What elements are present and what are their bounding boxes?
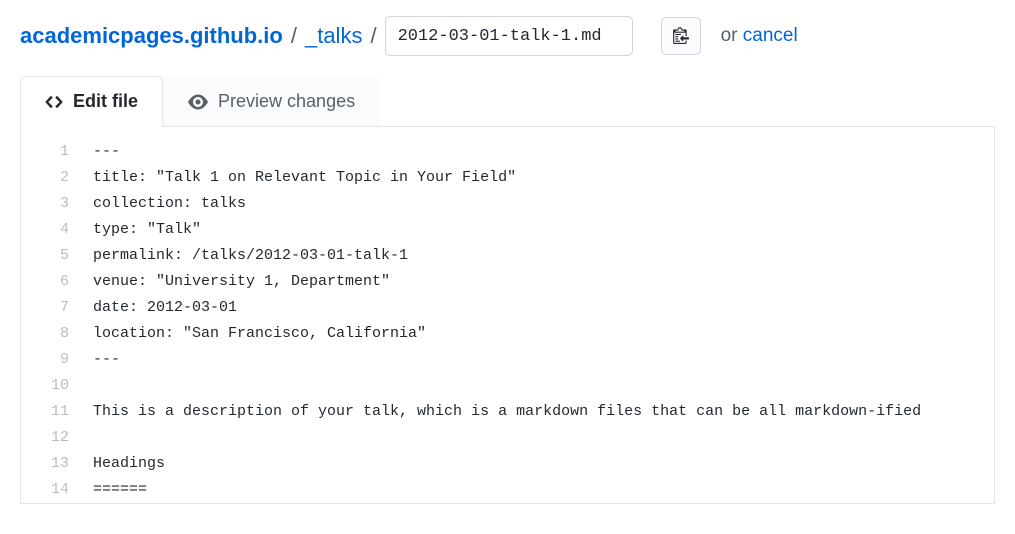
tab-edit-label: Edit file bbox=[73, 91, 138, 112]
code-line[interactable]: 6venue: "University 1, Department" bbox=[21, 269, 994, 295]
code-line[interactable]: 8location: "San Francisco, California" bbox=[21, 321, 994, 347]
tab-edit-file[interactable]: Edit file bbox=[20, 76, 163, 127]
code-line[interactable]: 11This is a description of your talk, wh… bbox=[21, 399, 994, 425]
code-line[interactable]: 2title: "Talk 1 on Relevant Topic in You… bbox=[21, 165, 994, 191]
repo-link[interactable]: academicpages.github.io bbox=[20, 23, 283, 49]
line-number: 7 bbox=[21, 295, 93, 321]
line-number: 14 bbox=[21, 477, 93, 503]
code-line[interactable]: 9--- bbox=[21, 347, 994, 373]
tab-preview-label: Preview changes bbox=[218, 91, 355, 112]
line-number: 8 bbox=[21, 321, 93, 347]
line-content: type: "Talk" bbox=[93, 217, 994, 243]
eye-icon bbox=[188, 92, 208, 112]
line-number: 9 bbox=[21, 347, 93, 373]
code-line[interactable]: 12 bbox=[21, 425, 994, 451]
code-line[interactable]: 7date: 2012-03-01 bbox=[21, 295, 994, 321]
tabnav: Edit file Preview changes bbox=[20, 76, 995, 127]
line-content: ====== bbox=[93, 477, 994, 503]
code-line[interactable]: 3collection: talks bbox=[21, 191, 994, 217]
line-number: 13 bbox=[21, 451, 93, 477]
line-number: 11 bbox=[21, 399, 93, 425]
code-line[interactable]: 10 bbox=[21, 373, 994, 399]
line-number: 4 bbox=[21, 217, 93, 243]
line-content: --- bbox=[93, 347, 994, 373]
folder-link[interactable]: _talks bbox=[305, 23, 362, 49]
line-content bbox=[93, 373, 994, 399]
line-content: Headings bbox=[93, 451, 994, 477]
code-editor[interactable]: 1---2title: "Talk 1 on Relevant Topic in… bbox=[20, 127, 995, 504]
filename-input[interactable] bbox=[385, 16, 633, 56]
breadcrumb: academicpages.github.io / _talks / or ca… bbox=[20, 16, 995, 56]
clipboard-icon bbox=[673, 26, 689, 47]
tab-preview-changes[interactable]: Preview changes bbox=[163, 76, 380, 126]
line-number: 5 bbox=[21, 243, 93, 269]
code-line[interactable]: 1--- bbox=[21, 139, 994, 165]
line-content: date: 2012-03-01 bbox=[93, 295, 994, 321]
breadcrumb-separator: / bbox=[370, 23, 376, 49]
code-line[interactable]: 5permalink: /talks/2012-03-01-talk-1 bbox=[21, 243, 994, 269]
line-content: collection: talks bbox=[93, 191, 994, 217]
line-content: location: "San Francisco, California" bbox=[93, 321, 994, 347]
line-number: 10 bbox=[21, 373, 93, 399]
line-number: 12 bbox=[21, 425, 93, 451]
line-content: --- bbox=[93, 139, 994, 165]
line-number: 6 bbox=[21, 269, 93, 295]
code-line[interactable]: 13Headings bbox=[21, 451, 994, 477]
line-content: title: "Talk 1 on Relevant Topic in Your… bbox=[93, 165, 994, 191]
breadcrumb-separator: / bbox=[291, 23, 297, 49]
line-number: 2 bbox=[21, 165, 93, 191]
copy-path-button[interactable] bbox=[661, 17, 701, 55]
line-number: 1 bbox=[21, 139, 93, 165]
or-cancel-text: or cancel bbox=[721, 25, 798, 47]
line-content bbox=[93, 425, 994, 451]
line-content: permalink: /talks/2012-03-01-talk-1 bbox=[93, 243, 994, 269]
line-content: venue: "University 1, Department" bbox=[93, 269, 994, 295]
cancel-link[interactable]: cancel bbox=[743, 25, 798, 46]
line-content: This is a description of your talk, whic… bbox=[93, 399, 994, 425]
code-line[interactable]: 4type: "Talk" bbox=[21, 217, 994, 243]
code-icon bbox=[45, 92, 63, 112]
code-line[interactable]: 14====== bbox=[21, 477, 994, 503]
line-number: 3 bbox=[21, 191, 93, 217]
